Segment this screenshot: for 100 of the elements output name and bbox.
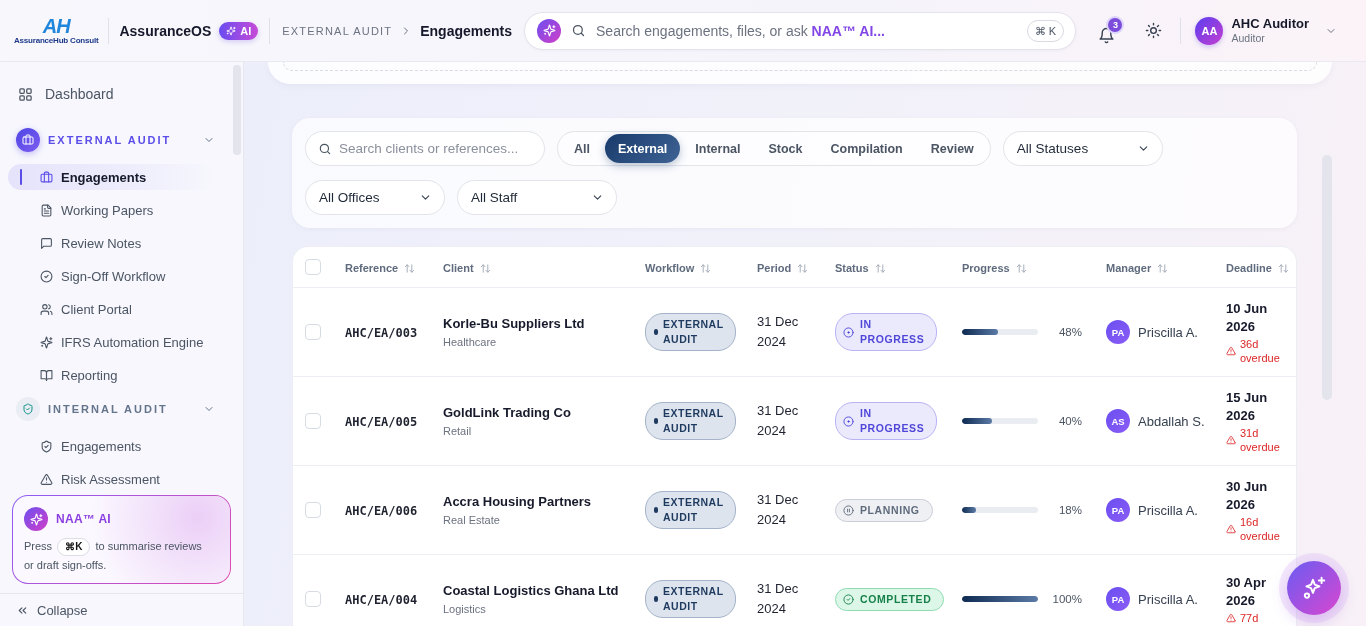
collapse-button[interactable]: Collapse [0, 593, 243, 626]
deadline-date: 15 Jun 2026 [1226, 388, 1269, 425]
avatar: PA [1106, 587, 1130, 611]
sort-icon [479, 262, 491, 274]
filter-tab[interactable]: Stock [755, 134, 816, 163]
warning-icon [1226, 434, 1236, 445]
ai-card-title: NAA™ AI [56, 512, 111, 526]
column-header[interactable]: Manager [1106, 262, 1169, 274]
search-icon [318, 141, 332, 156]
search-icon [571, 23, 587, 38]
nav-item[interactable]: Risk Assessment [8, 466, 215, 492]
client-name[interactable]: GoldLink Trading Co [443, 403, 571, 422]
sort-icon [1157, 262, 1169, 274]
column-header[interactable]: Period [757, 262, 809, 274]
manager-name: Abdallah S. [1138, 413, 1205, 429]
checkbox[interactable] [305, 259, 321, 275]
search-field[interactable]: Search engagements, files, or ask NAA™ AI... ⌘ K [524, 11, 1077, 50]
sort-icon [874, 262, 886, 274]
status-label: IN PROGRESS [860, 406, 925, 436]
ai-assistant-button[interactable] [1287, 561, 1341, 615]
period-text: 31 Dec 2024 [757, 580, 800, 618]
column-header[interactable]: Workflow [645, 262, 712, 274]
breadcrumb-link[interactable]: EXTERNAL AUDIT [282, 24, 393, 37]
sort-icon [404, 262, 416, 274]
dropdown[interactable]: All Statuses [1002, 131, 1163, 166]
workflow-label: EXTERNAL AUDIT [663, 584, 724, 614]
progress-percent: 40% [1058, 415, 1082, 427]
user-name: AHC Auditor [1231, 17, 1309, 32]
sparkle-icon [24, 507, 48, 531]
checkbox[interactable] [305, 502, 321, 518]
client-sector: Healthcare [443, 334, 497, 350]
column-header[interactable]: Status [835, 262, 886, 274]
checkbox[interactable] [305, 591, 321, 607]
status-label: COMPLETED [860, 591, 932, 607]
filter-tab[interactable]: External [605, 134, 681, 163]
column-header[interactable]: Reference [345, 262, 416, 274]
nav-item[interactable]: Sign-Off Workflow [8, 263, 215, 289]
logo-caption: AssuranceHub Consult [14, 35, 99, 46]
workflow-label: EXTERNAL AUDIT [663, 406, 724, 436]
shield-check-icon [16, 397, 40, 421]
filter-tab[interactable]: Review [917, 134, 987, 163]
search-field[interactable]: Search clients or references... [305, 131, 545, 166]
briefcase-icon [40, 170, 53, 184]
check-circle-icon [40, 269, 53, 283]
circle-dot-icon [843, 415, 854, 427]
avatar[interactable]: AA [1195, 16, 1224, 45]
nav-item[interactable]: Client Portal [8, 296, 215, 322]
period-text: 31 Dec 2024 [757, 402, 800, 440]
period-text: 31 Dec 2024 [757, 491, 800, 529]
overdue-text: 31d overdue [1240, 425, 1281, 454]
filter-tab[interactable]: Compilation [817, 134, 916, 163]
client-sector: Retail [443, 423, 472, 439]
theme-toggle-button[interactable] [1144, 21, 1163, 40]
sparkle-icon [1301, 575, 1327, 601]
filter-tab[interactable]: Internal [682, 134, 754, 163]
status-label: PLANNING [860, 502, 920, 518]
notifications-button[interactable]: 3 [1098, 17, 1123, 44]
client-name[interactable]: Coastal Logistics Ghana Ltd [443, 581, 619, 600]
progress-percent: 48% [1058, 326, 1082, 338]
progress-percent: 18% [1058, 504, 1082, 516]
logo-mark: AH [42, 15, 70, 36]
period-text: 31 Dec 2024 [757, 313, 800, 351]
section-toggle[interactable]: INTERNAL AUDIT [8, 395, 223, 423]
briefcase-icon [16, 128, 40, 152]
sparkle-icon[interactable] [537, 18, 562, 43]
avatar: PA [1106, 498, 1130, 522]
circle-dot-icon [843, 326, 854, 338]
overdue-text: 36d overdue [1240, 336, 1281, 365]
page-title: Engagements [420, 22, 513, 39]
column-header[interactable]: Progress [962, 262, 1027, 274]
warning-icon [1226, 523, 1236, 534]
client-name[interactable]: Korle-Bu Suppliers Ltd [443, 314, 585, 333]
column-header[interactable]: Deadline [1226, 262, 1289, 274]
overdue-text: 16d overdue [1240, 514, 1281, 543]
workflow-label: EXTERNAL AUDIT [663, 495, 724, 525]
nav-item[interactable]: IFRS Automation Engine [8, 329, 215, 355]
nav-item[interactable]: Dashboard [8, 78, 215, 110]
column-header[interactable]: Client [443, 262, 491, 274]
nav-item[interactable]: Reporting [8, 362, 215, 388]
nav-item[interactable]: Review Notes [8, 230, 215, 256]
ai-hint-text: Press ⌘K to summarise reviews or draft sign-offs. [24, 537, 203, 573]
avatar: PA [1106, 320, 1130, 344]
sort-icon [1277, 262, 1289, 274]
manager-name: Priscilla A. [1138, 324, 1198, 340]
section-toggle[interactable]: EXTERNAL AUDIT [8, 126, 223, 154]
bell-icon [1098, 26, 1116, 44]
checkbox[interactable] [305, 324, 321, 340]
checkbox[interactable] [305, 413, 321, 429]
manager-name: Priscilla A. [1138, 502, 1198, 518]
warning-icon [40, 472, 53, 486]
nav-item[interactable]: Working Papers [8, 197, 215, 223]
user-role: Auditor [1231, 31, 1265, 44]
nav-item[interactable]: Engagements [8, 433, 215, 459]
client-name[interactable]: Accra Housing Partners [443, 492, 592, 511]
filter-tab[interactable]: All [561, 134, 603, 163]
dropdown[interactable]: All Offices [305, 180, 445, 215]
workflow-label: EXTERNAL AUDIT [663, 317, 724, 347]
overdue-text: 77d [1240, 610, 1259, 625]
grid-icon [18, 86, 33, 102]
dropdown[interactable]: All Staff [457, 180, 617, 215]
